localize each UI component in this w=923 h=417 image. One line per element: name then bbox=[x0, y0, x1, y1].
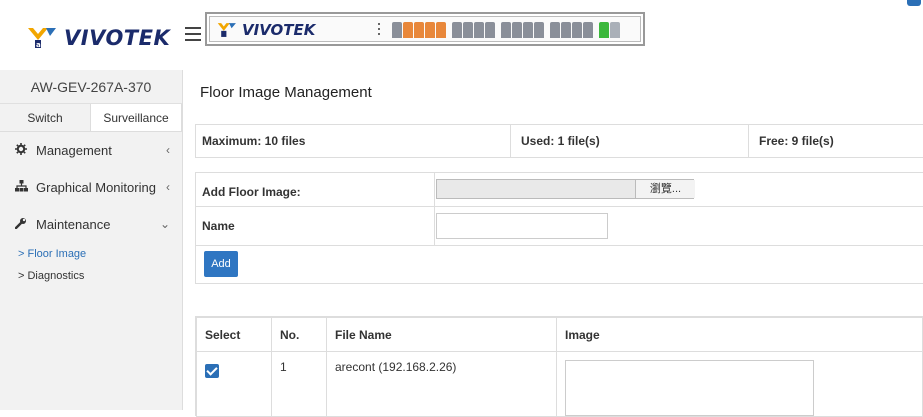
files-table: Select No. File Name Image 1 arecont (19… bbox=[196, 317, 923, 417]
port-icon[interactable] bbox=[425, 22, 435, 38]
sfp-port-icon[interactable] bbox=[610, 22, 620, 38]
file-input[interactable]: 瀏覽... bbox=[436, 179, 695, 199]
port-icon[interactable] bbox=[463, 22, 473, 38]
corner-icon[interactable] bbox=[907, 0, 921, 6]
port-strip bbox=[392, 22, 624, 38]
sidebar-item-label: Graphical Monitoring bbox=[36, 180, 156, 195]
port-icon[interactable] bbox=[550, 22, 560, 38]
chevron-left-icon: ‹ bbox=[166, 143, 170, 157]
vivotek-logo[interactable]: a VIVOTEK bbox=[26, 26, 170, 50]
svg-text:a: a bbox=[36, 41, 41, 49]
sidebar-item-graphical-monitoring[interactable]: Graphical Monitoring ‹ bbox=[0, 169, 182, 206]
add-floor-image-panel: Add Floor Image: 瀏覽... Name Add bbox=[195, 172, 923, 284]
network-icon bbox=[14, 169, 28, 206]
switch-panel[interactable]: VIVOTEK bbox=[205, 12, 645, 46]
column-header-image: Image bbox=[556, 317, 923, 352]
port-icon[interactable] bbox=[501, 22, 511, 38]
top-header: a VIVOTEK VIVOTEK bbox=[0, 0, 923, 70]
name-label: Name bbox=[202, 219, 235, 233]
add-floor-image-label: Add Floor Image: bbox=[202, 185, 301, 199]
name-field[interactable] bbox=[436, 213, 608, 239]
browse-button[interactable]: 瀏覽... bbox=[635, 180, 695, 198]
table-header-row: Select No. File Name Image bbox=[196, 317, 923, 352]
tab-switch[interactable]: Switch bbox=[0, 104, 90, 131]
port-icon[interactable] bbox=[392, 22, 402, 38]
column-header-select: Select bbox=[196, 317, 272, 352]
select-checkbox[interactable] bbox=[205, 364, 219, 378]
page-title: Floor Image Management bbox=[200, 84, 372, 101]
port-icon[interactable] bbox=[583, 22, 593, 38]
port-icon[interactable] bbox=[474, 22, 484, 38]
hamburger-menu-icon[interactable] bbox=[185, 27, 201, 43]
port-icon[interactable] bbox=[512, 22, 522, 38]
device-logo-mark-icon bbox=[217, 23, 236, 37]
sidebar-item-label: Maintenance bbox=[36, 217, 111, 232]
divider bbox=[434, 173, 435, 245]
vivotek-logo-text: VIVOTEK bbox=[64, 26, 171, 50]
device-model: AW-GEV-267A-370 bbox=[0, 70, 182, 104]
sidebar-item-maintenance[interactable]: Maintenance ⌄ bbox=[0, 206, 182, 243]
files-table-panel: Select No. File Name Image 1 arecont (19… bbox=[195, 316, 923, 417]
sidebar-item-label: Management bbox=[36, 143, 112, 158]
file-name-cell: arecont (192.168.2.26) bbox=[326, 351, 557, 417]
gear-icon bbox=[14, 132, 28, 169]
sidebar-subitem-floor-image[interactable]: > Floor Image bbox=[0, 243, 182, 265]
image-preview bbox=[565, 360, 814, 416]
tab-surveillance[interactable]: Surveillance bbox=[90, 104, 182, 131]
port-icon[interactable] bbox=[403, 22, 413, 38]
divider bbox=[196, 206, 923, 207]
sidebar-subitem-diagnostics[interactable]: > Diagnostics bbox=[0, 265, 182, 287]
table-row: 1 arecont (192.168.2.26) bbox=[196, 351, 923, 417]
port-icon[interactable] bbox=[436, 22, 446, 38]
divider bbox=[196, 245, 923, 246]
port-icon[interactable] bbox=[534, 22, 544, 38]
quota-used: Used: 1 file(s) bbox=[510, 125, 748, 157]
port-icon[interactable] bbox=[485, 22, 495, 38]
add-button[interactable]: Add bbox=[204, 251, 238, 277]
device-logo-text: VIVOTEK bbox=[242, 21, 316, 39]
quota-free: Free: 9 file(s) bbox=[748, 125, 923, 157]
wrench-icon bbox=[14, 206, 28, 243]
sidebar-item-management[interactable]: Management ‹ bbox=[0, 132, 182, 169]
select-cell bbox=[196, 351, 272, 417]
device-logo: VIVOTEK bbox=[216, 21, 315, 39]
status-led-icon bbox=[378, 23, 388, 39]
chevron-down-icon: ⌄ bbox=[159, 217, 170, 231]
chevron-left-icon: ‹ bbox=[166, 180, 170, 194]
column-header-no: No. bbox=[271, 317, 327, 352]
quota-maximum: Maximum: 10 files bbox=[202, 134, 306, 148]
no-cell: 1 bbox=[271, 351, 327, 417]
vivotek-logo-mark-icon: a bbox=[28, 28, 56, 49]
main-content: Floor Image Management Maximum: 10 files… bbox=[183, 70, 923, 417]
port-icon[interactable] bbox=[561, 22, 571, 38]
port-icon[interactable] bbox=[572, 22, 582, 38]
column-header-file-name: File Name bbox=[326, 317, 557, 352]
sfp-port-icon[interactable] bbox=[599, 22, 609, 38]
sidebar: AW-GEV-267A-370 Switch Surveillance Mana… bbox=[0, 70, 183, 410]
quota-panel: Maximum: 10 files Used: 1 file(s) Free: … bbox=[195, 124, 923, 158]
port-icon[interactable] bbox=[523, 22, 533, 38]
sidebar-tabs: Switch Surveillance bbox=[0, 104, 182, 132]
port-icon[interactable] bbox=[414, 22, 424, 38]
port-icon[interactable] bbox=[452, 22, 462, 38]
image-cell bbox=[556, 351, 923, 417]
